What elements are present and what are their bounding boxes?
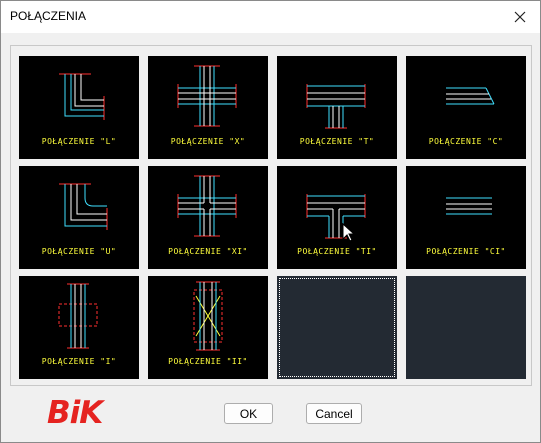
close-button[interactable] [506, 5, 534, 29]
tile-connection-c[interactable]: POŁĄCZENIE "C" [406, 56, 526, 159]
tile-connection-i[interactable]: POŁĄCZENIE "I" [19, 276, 139, 379]
tile-caption: POŁĄCZENIE "I" [41, 357, 117, 366]
tile-caption: POŁĄCZENIE "XI" [168, 247, 248, 256]
tile-connection-x[interactable]: POŁĄCZENIE "X" [148, 56, 268, 159]
tile-connection-l[interactable]: POŁĄCZENIE "L" [19, 56, 139, 159]
title-bar: POŁĄCZENIA [1, 1, 540, 33]
cancel-button[interactable]: Cancel [306, 403, 362, 424]
bik-logo: BiK [47, 395, 103, 431]
polaczenia-dialog: POŁĄCZENIA POŁĄCZENIE "L" POŁĄCZENIE "X" [0, 0, 541, 443]
tile-caption: POŁĄCZENIE "L" [41, 137, 117, 146]
tile-caption: POŁĄCZENIE "U" [41, 247, 117, 256]
tile-connection-t[interactable]: POŁĄCZENIE "T" [277, 56, 397, 159]
tile-caption: POŁĄCZENIE "X" [170, 137, 246, 146]
tile-caption: POŁĄCZENIE "II" [168, 357, 248, 366]
tile-connection-u[interactable]: POŁĄCZENIE "U" [19, 166, 139, 269]
tile-connection-xi[interactable]: POŁĄCZENIE "XI" [148, 166, 268, 269]
window-title: POŁĄCZENIA [10, 9, 87, 23]
tile-connection-ci[interactable]: POŁĄCZENIE "CI" [406, 166, 526, 269]
mouse-cursor-icon [342, 223, 356, 242]
tile-caption: POŁĄCZENIE "T" [299, 137, 375, 146]
ok-button[interactable]: OK [224, 403, 273, 424]
tile-connection-ii[interactable]: POŁĄCZENIE "II" [148, 276, 268, 379]
tile-caption: POŁĄCZENIE "TI" [297, 247, 377, 256]
tile-empty-2[interactable] [406, 276, 526, 379]
tile-empty-1[interactable] [277, 276, 397, 379]
close-icon [514, 11, 526, 23]
connection-grid: POŁĄCZENIE "L" POŁĄCZENIE "X" POŁĄCZENIE… [10, 45, 532, 386]
tile-caption: POŁĄCZENIE "C" [428, 137, 504, 146]
tile-connection-ti[interactable]: POŁĄCZENIE "TI" [277, 166, 397, 269]
tile-caption: POŁĄCZENIE "CI" [426, 247, 506, 256]
